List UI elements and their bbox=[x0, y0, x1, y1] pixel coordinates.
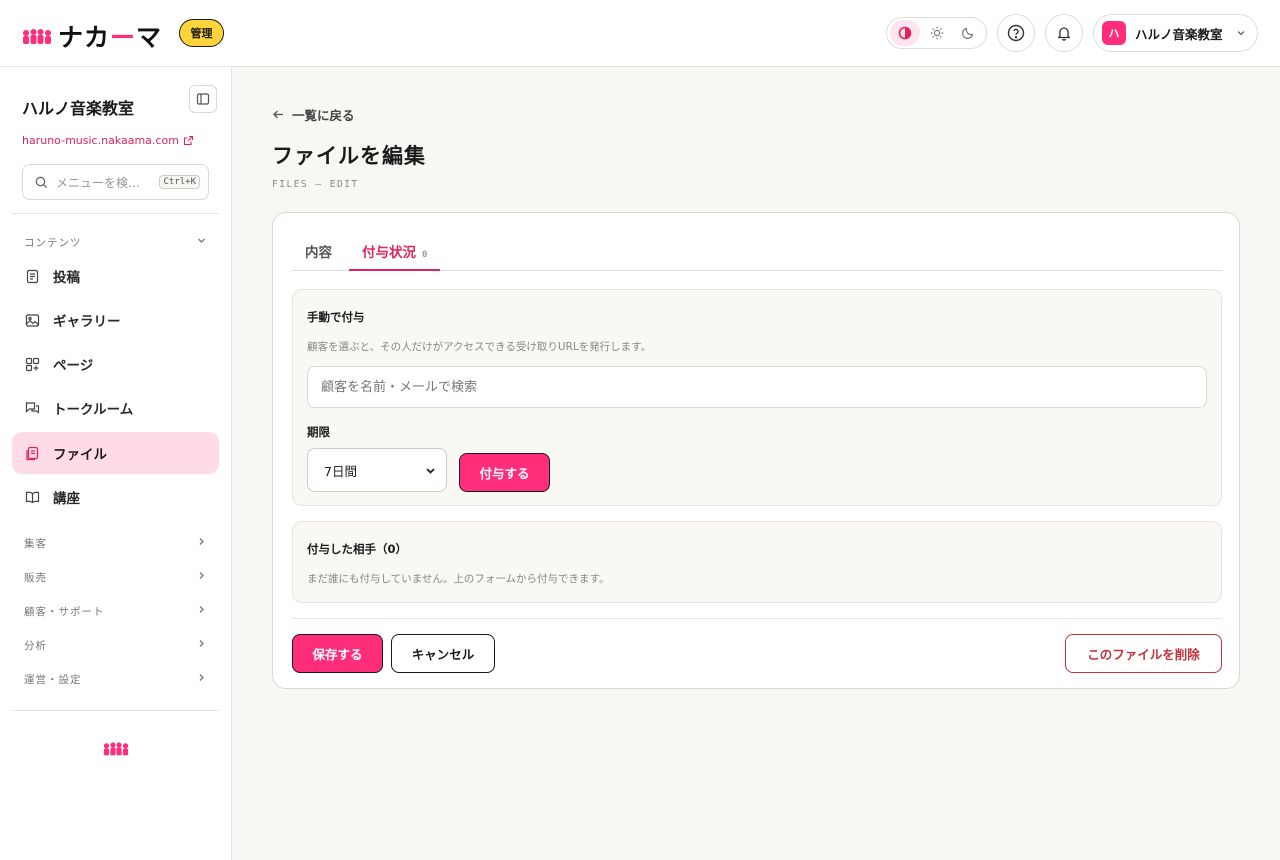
card-divider bbox=[292, 618, 1222, 619]
sidebar-item-courses[interactable]: 講座 bbox=[12, 476, 219, 518]
group-label-customers[interactable]: 顧客・サポート bbox=[24, 604, 105, 619]
tab-count: 0 bbox=[422, 250, 428, 260]
arrow-left-icon bbox=[273, 110, 283, 119]
contrast-icon bbox=[898, 26, 912, 40]
sidebar-item-pages[interactable]: ページ bbox=[12, 343, 219, 385]
help-button[interactable] bbox=[997, 14, 1035, 52]
granted-list-panel: 付与した相手（0） まだ誰にも付与していません。上のフォームから付与できます。 bbox=[292, 521, 1222, 603]
sidebar-divider bbox=[12, 710, 219, 711]
book-icon bbox=[25, 491, 40, 503]
chevron-down-icon[interactable] bbox=[196, 235, 207, 246]
admin-badge: 管理 bbox=[179, 19, 224, 47]
sidebar-toggle-icon bbox=[196, 93, 210, 105]
pages-icon bbox=[25, 357, 40, 371]
sidebar-item-files[interactable]: ファイル bbox=[12, 432, 219, 474]
granted-empty-text: まだ誰にも付与していません。上のフォームから付与できます。 bbox=[307, 573, 610, 585]
notifications-button[interactable] bbox=[1045, 14, 1083, 52]
grant-button[interactable]: 付与する bbox=[459, 453, 550, 492]
people-logo-icon bbox=[103, 742, 129, 756]
group-label-analytics[interactable]: 分析 bbox=[24, 638, 47, 653]
manual-grant-panel: 手動で付与 顧客を選ぶと、その人だけがアクセスできる受け取りURLを発行します。… bbox=[292, 289, 1222, 506]
menu-search-placeholder: メニューを検… bbox=[56, 175, 141, 190]
account-menu-button[interactable]: ハ ハルノ音楽教室 bbox=[1093, 14, 1258, 52]
page-subtitle: FILES — EDIT bbox=[272, 179, 359, 190]
account-name: ハルノ音楽教室 bbox=[1135, 26, 1223, 42]
group-label-marketing[interactable]: 集客 bbox=[24, 536, 47, 551]
chevron-right-icon[interactable] bbox=[196, 570, 207, 581]
chevron-down-icon bbox=[1237, 31, 1245, 36]
page-title: ファイルを編集 bbox=[272, 144, 426, 168]
chevron-down-icon bbox=[426, 467, 435, 474]
granted-list-title: 付与した相手（0） bbox=[307, 542, 408, 556]
menu-search-input[interactable]: メニューを検… Ctrl+K bbox=[22, 164, 209, 200]
theme-auto-button[interactable] bbox=[890, 20, 920, 46]
image-icon bbox=[25, 313, 40, 327]
save-button[interactable]: 保存する bbox=[292, 634, 383, 673]
people-logo-icon bbox=[22, 28, 52, 44]
edit-card: 内容 付与状況 0 手動で付与 顧客を選ぶと、その人だけがアクセスできる受け取りU… bbox=[272, 212, 1240, 689]
site-url-link[interactable]: haruno-music.nakaama.com bbox=[22, 134, 194, 147]
chevron-right-icon[interactable] bbox=[196, 604, 207, 615]
file-icon bbox=[26, 446, 39, 460]
expiry-label: 期限 bbox=[307, 425, 330, 439]
delete-file-button[interactable]: このファイルを削除 bbox=[1065, 634, 1222, 673]
bell-icon bbox=[1057, 27, 1071, 41]
external-link-icon bbox=[183, 135, 193, 146]
sidebar-item-gallery[interactable]: ギャラリー bbox=[12, 299, 219, 341]
site-name: ハルノ音楽教室 bbox=[22, 99, 135, 118]
manual-grant-description: 顧客を選ぶと、その人だけがアクセスできる受け取りURLを発行します。 bbox=[307, 341, 652, 353]
theme-light-button[interactable] bbox=[922, 20, 952, 46]
search-icon bbox=[35, 176, 48, 188]
theme-switcher bbox=[886, 17, 987, 49]
back-to-list-link[interactable]: 一覧に戻る bbox=[272, 105, 355, 124]
sidebar-item-posts[interactable]: 投稿 bbox=[12, 255, 219, 297]
group-label-content[interactable]: コンテンツ bbox=[24, 235, 82, 250]
document-icon bbox=[26, 269, 39, 283]
group-label-sales[interactable]: 販売 bbox=[24, 570, 47, 585]
top-header: ナカーマ 管理 ハ ハルノ音楽教室 bbox=[0, 0, 1280, 67]
account-avatar: ハ bbox=[1102, 21, 1126, 45]
customer-search-input[interactable] bbox=[307, 366, 1207, 408]
sidebar: ハルノ音楽教室 haruno-music.nakaama.com メニューを検…… bbox=[0, 67, 232, 860]
group-label-settings[interactable]: 運営・設定 bbox=[24, 672, 82, 687]
manual-grant-title: 手動で付与 bbox=[307, 310, 365, 324]
logo-text: ナカーマ bbox=[58, 23, 163, 52]
sidebar-item-talkroom[interactable]: トークルーム bbox=[12, 387, 219, 429]
shortcut-hint: Ctrl+K bbox=[159, 175, 200, 189]
tab-content[interactable]: 内容 bbox=[305, 241, 332, 271]
app-logo[interactable]: ナカーマ bbox=[22, 18, 162, 54]
sun-icon bbox=[930, 26, 943, 40]
chevron-right-icon[interactable] bbox=[196, 672, 207, 683]
help-icon bbox=[1007, 24, 1025, 42]
sidebar-collapse-button[interactable] bbox=[189, 85, 217, 113]
expiry-select[interactable]: 7日間 bbox=[307, 448, 447, 492]
theme-dark-button[interactable] bbox=[953, 20, 983, 46]
cancel-button[interactable]: キャンセル bbox=[391, 634, 495, 673]
chat-icon bbox=[25, 401, 40, 414]
sidebar-divider bbox=[12, 213, 219, 214]
chevron-right-icon[interactable] bbox=[196, 638, 207, 649]
chevron-right-icon[interactable] bbox=[196, 536, 207, 547]
tab-grant-status[interactable]: 付与状況 0 bbox=[349, 241, 441, 271]
moon-icon bbox=[962, 27, 974, 39]
tab-bar: 内容 付与状況 0 bbox=[292, 235, 1222, 271]
